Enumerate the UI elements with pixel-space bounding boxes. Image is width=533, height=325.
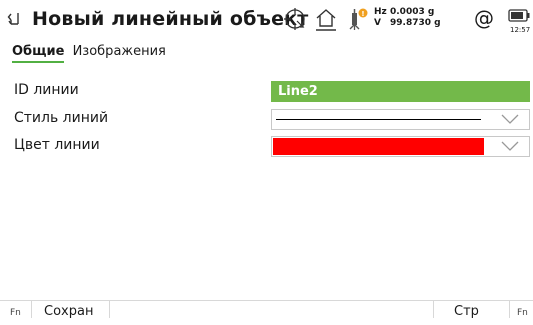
- title-bar: Новый линейный объект ! Hz 0.0003 g V 99.8…: [0, 0, 533, 40]
- svg-text:!: !: [361, 10, 364, 18]
- line-color-select[interactable]: [271, 136, 530, 157]
- save-button[interactable]: Сохран: [31, 301, 109, 319]
- tab-bar: Общие Изображения: [12, 44, 170, 63]
- chevron-down-icon[interactable]: [501, 113, 519, 125]
- hz-value: 0.0003 g: [390, 7, 435, 17]
- line-id-label: ID линии: [14, 82, 79, 98]
- line-color-label: Цвет линии: [14, 137, 100, 153]
- line-style-select[interactable]: [271, 109, 530, 130]
- antenna-alert-icon[interactable]: !: [344, 7, 370, 33]
- softkey-empty-1[interactable]: [109, 301, 433, 318]
- line-style-preview: [276, 119, 481, 120]
- chevron-down-icon[interactable]: [501, 140, 519, 152]
- fn-key-left[interactable]: Fn: [10, 301, 21, 318]
- v-value: 99.8730 g: [390, 18, 441, 28]
- v-label: V: [374, 18, 381, 28]
- fn-key-right[interactable]: Fn: [509, 301, 533, 318]
- line-id-row: ID линии Line2: [0, 79, 533, 103]
- line-color-swatch: [273, 138, 484, 155]
- softkey-bar: Fn Сохран Стр Fn: [0, 300, 533, 319]
- hz-label: Hz: [374, 7, 387, 17]
- angle-readout: Hz 0.0003 g V 99.8730 g: [374, 7, 441, 29]
- page-title: Новый линейный объект: [32, 8, 309, 30]
- back-icon[interactable]: [6, 10, 24, 28]
- page-button[interactable]: Стр: [433, 301, 509, 319]
- clock-time: 12:57: [510, 26, 531, 34]
- line-style-row: Стиль линий: [0, 107, 533, 131]
- line-color-row: Цвет линии: [0, 134, 533, 158]
- at-connection-icon[interactable]: @: [474, 6, 494, 30]
- line-style-label: Стиль линий: [14, 110, 109, 126]
- line-id-input[interactable]: Line2: [271, 81, 530, 102]
- tab-general[interactable]: Общие: [12, 44, 65, 63]
- target-crosshair-icon[interactable]: [283, 7, 307, 31]
- home-station-icon[interactable]: [314, 7, 338, 33]
- tab-images[interactable]: Изображения: [73, 44, 166, 61]
